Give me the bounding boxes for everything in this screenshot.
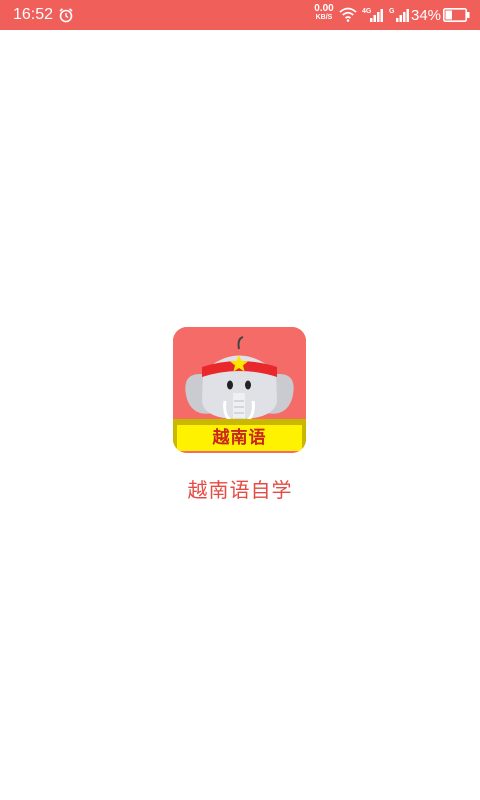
network-type-2: G [389, 8, 395, 15]
signal-icon: 4G [362, 8, 383, 22]
app-title: 越南语自学 [187, 478, 293, 502]
status-bar: 16:52 0.00 KB/S 4G G 34% [0, 0, 480, 30]
status-time: 16:52 [13, 6, 54, 23]
signal-icon: G [389, 8, 409, 22]
network-speed-unit: KB/S [315, 14, 333, 21]
network-speed: 0.00 KB/S [311, 4, 337, 22]
icon-banner-label: 越南语 [212, 428, 267, 448]
alarm-icon [59, 8, 73, 23]
network-type-1: 4G [362, 8, 372, 15]
app-icon: 越南语 [173, 327, 306, 453]
network-speed-value: 0.00 [314, 3, 334, 14]
battery-percent: 34% [411, 7, 442, 24]
wifi-icon [339, 7, 357, 22]
battery-icon [443, 8, 470, 22]
